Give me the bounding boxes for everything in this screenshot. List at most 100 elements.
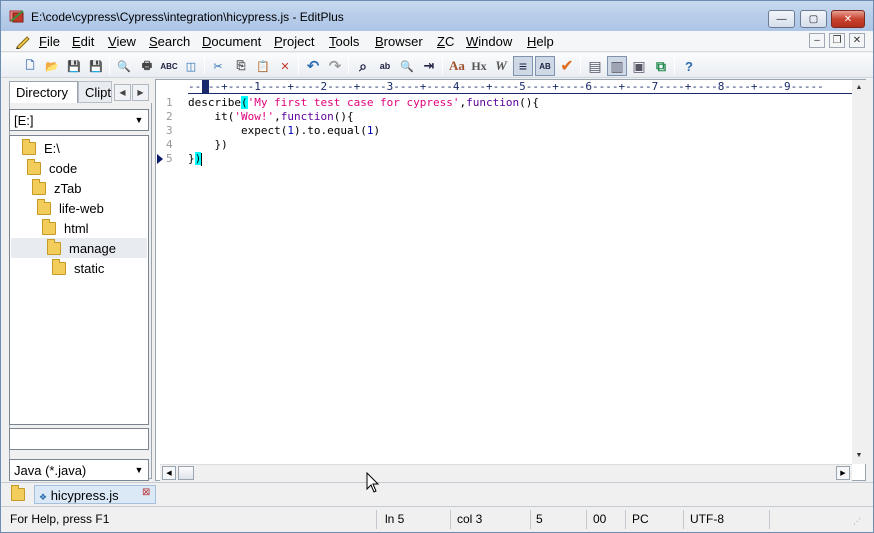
resize-grip-icon[interactable]: ⋰ (853, 517, 867, 529)
font-icon: Aa (449, 58, 465, 73)
code-token: ) (194, 152, 202, 165)
spell-check-button[interactable]: ABC (159, 56, 179, 76)
code-line[interactable]: it('Wow!',function(){ (188, 110, 353, 124)
scroll-down-button[interactable]: ▼ (852, 448, 866, 462)
paste-button[interactable]: 📋 (253, 56, 273, 76)
code-line[interactable]: }) (188, 152, 203, 166)
scroll-up-button[interactable]: ▲ (852, 80, 866, 94)
scroll-left-button[interactable]: ◀ (162, 466, 176, 480)
code-token: function (466, 96, 520, 109)
delete-button[interactable]: ✕ (275, 56, 295, 76)
file-type-select[interactable]: Java (*.java) ▼ (9, 459, 149, 481)
save-button[interactable]: 💾 (64, 56, 84, 76)
tree-item[interactable]: static (52, 258, 148, 278)
tab-scroll-left-button[interactable]: ◀ (114, 84, 131, 101)
status-encoding[interactable]: UTF-8 (690, 512, 724, 526)
menu-window[interactable]: Window (466, 33, 512, 50)
mdi-minimize-button[interactable]: – (809, 33, 825, 48)
code-editor[interactable]: -- --+----1----+----2----+----3----+----… (155, 79, 866, 481)
tab-scroll-right-button[interactable]: ▶ (132, 84, 149, 101)
folder-icon (27, 158, 41, 175)
copy-button[interactable]: ⎘ (231, 56, 251, 76)
mdi-restore-button[interactable]: ❐ (829, 33, 845, 48)
folder-tree[interactable]: E:\ code zTab life-web html manage stati… (9, 135, 149, 425)
menu-search[interactable]: Search (149, 33, 190, 50)
spell-check-icon: ABC (160, 61, 178, 71)
print-preview-button[interactable]: 🔍 (114, 56, 134, 76)
folder-icon[interactable] (11, 485, 25, 501)
directory-window-button[interactable]: ▤ (585, 56, 605, 76)
context-help-button[interactable]: ? (679, 56, 699, 76)
chevron-left-icon: ◀ (119, 88, 126, 97)
drive-select[interactable]: [E:] ▼ (9, 109, 149, 131)
open-button[interactable]: 📂 (42, 56, 62, 76)
bookmark-marker-icon (157, 154, 163, 164)
new-file-button[interactable]: 🗋 (20, 56, 40, 76)
font-button[interactable]: Aa (447, 56, 467, 76)
mouse-pointer-icon (366, 472, 380, 493)
undo-button[interactable]: ↶ (303, 56, 323, 76)
cut-button[interactable]: ✂ (208, 56, 228, 76)
code-line[interactable]: expect(1).to.equal(1) (188, 124, 380, 138)
tree-item-label: E:\ (44, 140, 60, 156)
menu-project[interactable]: Project (274, 33, 314, 50)
code-token: }) (188, 138, 228, 151)
replace-button[interactable]: ab (375, 56, 395, 76)
code-line[interactable]: }) (188, 138, 228, 152)
directory-filter-input[interactable] (9, 428, 149, 450)
line-number-gutter[interactable]: 1 2 3 4 5 (156, 96, 186, 466)
status-line-ending[interactable]: PC (632, 512, 649, 526)
check-button[interactable]: ✔ (557, 56, 577, 76)
document-tab[interactable]: ❖ hicypress.js (34, 485, 156, 504)
tree-item-label: static (74, 260, 105, 276)
menu-view[interactable]: View (108, 33, 136, 50)
menu-zc[interactable]: ZC (437, 33, 454, 50)
status-line: ln 5 (385, 512, 405, 526)
find-in-files-icon: 🔍 (400, 60, 414, 73)
word-wrap-button[interactable]: W (491, 56, 511, 76)
menu-tools[interactable]: Tools (329, 33, 359, 50)
text-caret (201, 152, 203, 166)
horizontal-scroll-thumb[interactable] (178, 466, 194, 480)
find-button[interactable]: ⌕ (353, 56, 373, 76)
horizontal-scrollbar[interactable]: ◀ ▶ (160, 464, 852, 481)
output-window-button[interactable]: ▣ (629, 56, 649, 76)
scroll-right-button[interactable]: ▶ (836, 466, 850, 480)
vertical-scrollbar[interactable]: ▲ ▼ (852, 80, 866, 464)
column-select-button[interactable]: AB (535, 56, 555, 76)
menu-help[interactable]: Help (527, 33, 554, 50)
code-line[interactable]: describe('My first test case for cypress… (188, 96, 539, 110)
tree-item-selected[interactable]: manage (11, 238, 147, 258)
redo-button[interactable]: ↷ (325, 56, 345, 76)
code-token: ) (373, 124, 381, 137)
close-button[interactable]: ✕ (831, 10, 865, 28)
tree-item[interactable]: life-web (37, 198, 148, 218)
tree-item[interactable]: html (42, 218, 148, 238)
tile-window-button[interactable]: ⧉ (651, 56, 671, 76)
toolbar-separator (298, 57, 299, 74)
tab-directory[interactable]: Directory (9, 81, 78, 103)
menu-browser[interactable]: Browser (375, 33, 423, 50)
tree-item[interactable]: code (27, 158, 148, 178)
directory-pane: Directory Clipt ◀ ▶ [E:] ▼ E:\ code zTab… (4, 79, 153, 481)
menu-file[interactable]: File (39, 33, 60, 50)
line-numbers-button[interactable]: ≡ (513, 56, 533, 76)
tree-item[interactable]: zTab (32, 178, 148, 198)
hex-view-button[interactable]: Hx (469, 56, 489, 76)
maximize-button[interactable]: ▢ (800, 10, 827, 28)
minimize-button[interactable]: — (768, 10, 795, 28)
tree-item[interactable]: E:\ (22, 138, 148, 158)
menu-edit[interactable]: Edit (72, 33, 94, 50)
save-all-button[interactable]: 💾 (86, 56, 106, 76)
code-text-area[interactable]: describe('My first test case for cypress… (188, 96, 852, 464)
find-in-files-button[interactable]: 🔍 (397, 56, 417, 76)
tab-cliptext[interactable]: Clipt (78, 81, 112, 103)
goto-line-button[interactable]: ⇥ (419, 56, 439, 76)
close-tab-icon[interactable]: ⊠ (142, 487, 150, 498)
browser-preview-button[interactable]: ◫ (181, 56, 201, 76)
print-button[interactable]: 🖶 (137, 56, 157, 76)
menu-document[interactable]: Document (202, 33, 261, 50)
mdi-close-button[interactable]: ✕ (849, 33, 865, 48)
cliptext-window-button[interactable]: ▥ (607, 56, 627, 76)
redo-icon: ↷ (328, 58, 342, 75)
